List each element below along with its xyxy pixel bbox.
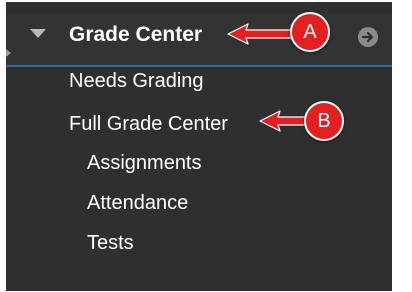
- menu-item-assignments[interactable]: Assignments: [87, 151, 202, 175]
- callout-b: B: [304, 101, 344, 141]
- callout-a-arrow: [227, 23, 297, 45]
- callout-a: A: [290, 12, 330, 52]
- section-title[interactable]: Grade Center: [69, 22, 202, 48]
- menu-item-attendance[interactable]: Attendance: [87, 191, 188, 215]
- course-menu-panel: Grade Center Needs Grading Full Grade Ce…: [6, 2, 392, 291]
- menu-item-needs-grading[interactable]: Needs Grading: [69, 69, 204, 93]
- callout-b-arrow: [259, 110, 309, 132]
- grade-center-header[interactable]: Grade Center: [6, 13, 392, 67]
- panel-edge-marker: [6, 49, 11, 57]
- menu-item-tests[interactable]: Tests: [87, 231, 134, 255]
- caret-down-icon[interactable]: [30, 29, 46, 38]
- menu-item-full-grade-center[interactable]: Full Grade Center: [69, 112, 228, 136]
- arrow-right-circle-icon[interactable]: [358, 27, 378, 47]
